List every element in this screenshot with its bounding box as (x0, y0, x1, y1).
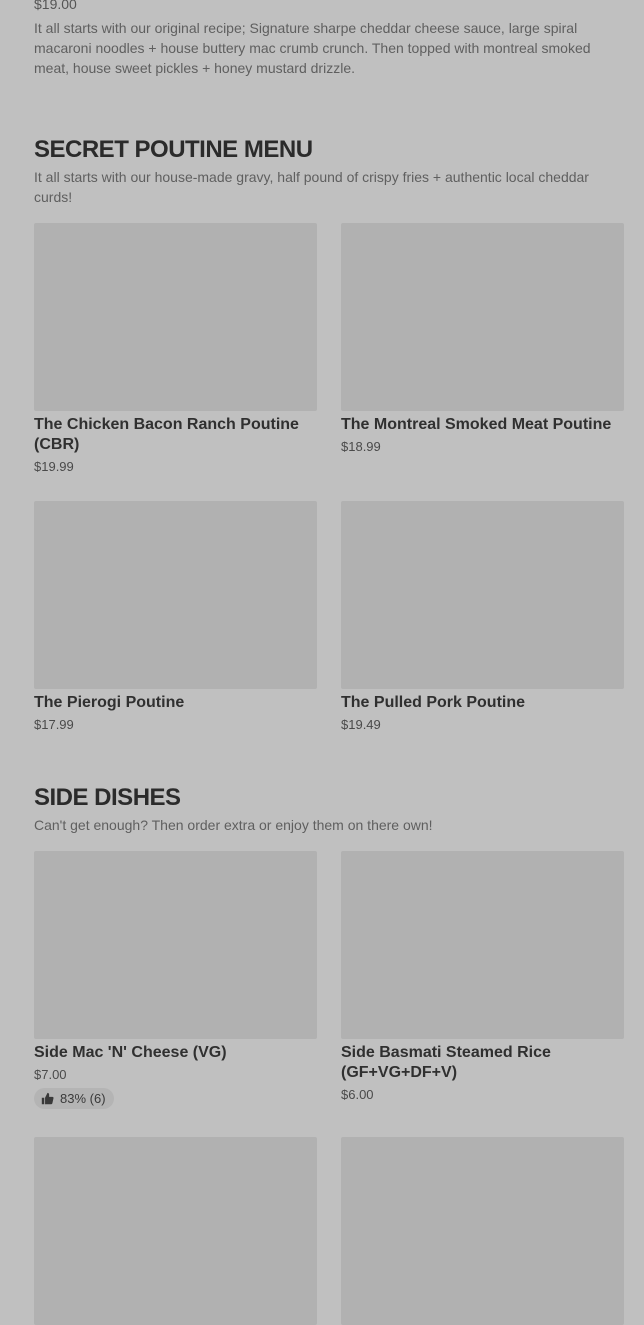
rating-text: 83% (6) (60, 1091, 106, 1106)
menu-item-price: $6.00 (341, 1087, 374, 1102)
menu-item-image[interactable] (34, 851, 317, 1039)
menu-item-image[interactable] (341, 1137, 624, 1325)
section-title-side-dishes: SIDE DISHES (34, 784, 181, 811)
menu-item-image[interactable] (341, 501, 624, 689)
menu-item-card[interactable]: The Montreal Smoked Meat Poutine $18.99 (341, 223, 624, 454)
section-title-secret-poutine: SECRET POUTINE MENU (34, 136, 313, 163)
menu-item-image[interactable] (34, 501, 317, 689)
menu-item-name[interactable]: Side Mac 'N' Cheese (VG) (34, 1043, 317, 1063)
menu-item-price: $19.49 (341, 717, 381, 732)
top-item-description: It all starts with our original recipe; … (34, 20, 591, 76)
menu-item-name[interactable]: The Pulled Pork Poutine (341, 693, 624, 713)
menu-item-card[interactable]: The Pierogi Poutine $17.99 (34, 501, 317, 732)
menu-item-card[interactable]: Side Mac 'N' Cheese (VG) $7.00 83% (6) (34, 851, 317, 1110)
menu-item-name[interactable]: The Pierogi Poutine (34, 693, 317, 713)
menu-item-name[interactable]: The Montreal Smoked Meat Poutine (341, 415, 624, 435)
menu-item-name[interactable]: Side Basmati Steamed Rice (GF+VG+DF+V) (341, 1043, 624, 1083)
menu-item-price: $7.00 (34, 1067, 67, 1082)
rating-badge: 83% (6) (34, 1088, 114, 1109)
section-description-side-dishes: Can't get enough? Then order extra or en… (34, 817, 433, 833)
menu-item-image[interactable] (341, 851, 624, 1039)
menu-item-price: $19.99 (34, 459, 74, 474)
menu-item-image[interactable] (34, 223, 317, 411)
menu-item-price: $17.99 (34, 717, 74, 732)
menu-item-card[interactable] (341, 1137, 624, 1325)
menu-item-price: $18.99 (341, 439, 381, 454)
menu-item-card[interactable]: The Pulled Pork Poutine $19.49 (341, 501, 624, 732)
menu-item-card[interactable] (34, 1137, 317, 1325)
menu-item-name[interactable]: The Chicken Bacon Ranch Poutine (CBR) (34, 415, 317, 455)
menu-item-card[interactable]: Side Basmati Steamed Rice (GF+VG+DF+V) $… (341, 851, 624, 1102)
thumbs-up-icon (41, 1092, 54, 1105)
top-item-price: $19.00 (34, 0, 77, 12)
menu-item-image[interactable] (341, 223, 624, 411)
section-description-secret-poutine: It all starts with our house-made gravy,… (34, 169, 589, 205)
menu-item-image[interactable] (34, 1137, 317, 1325)
menu-item-card[interactable]: The Chicken Bacon Ranch Poutine (CBR) $1… (34, 223, 317, 474)
